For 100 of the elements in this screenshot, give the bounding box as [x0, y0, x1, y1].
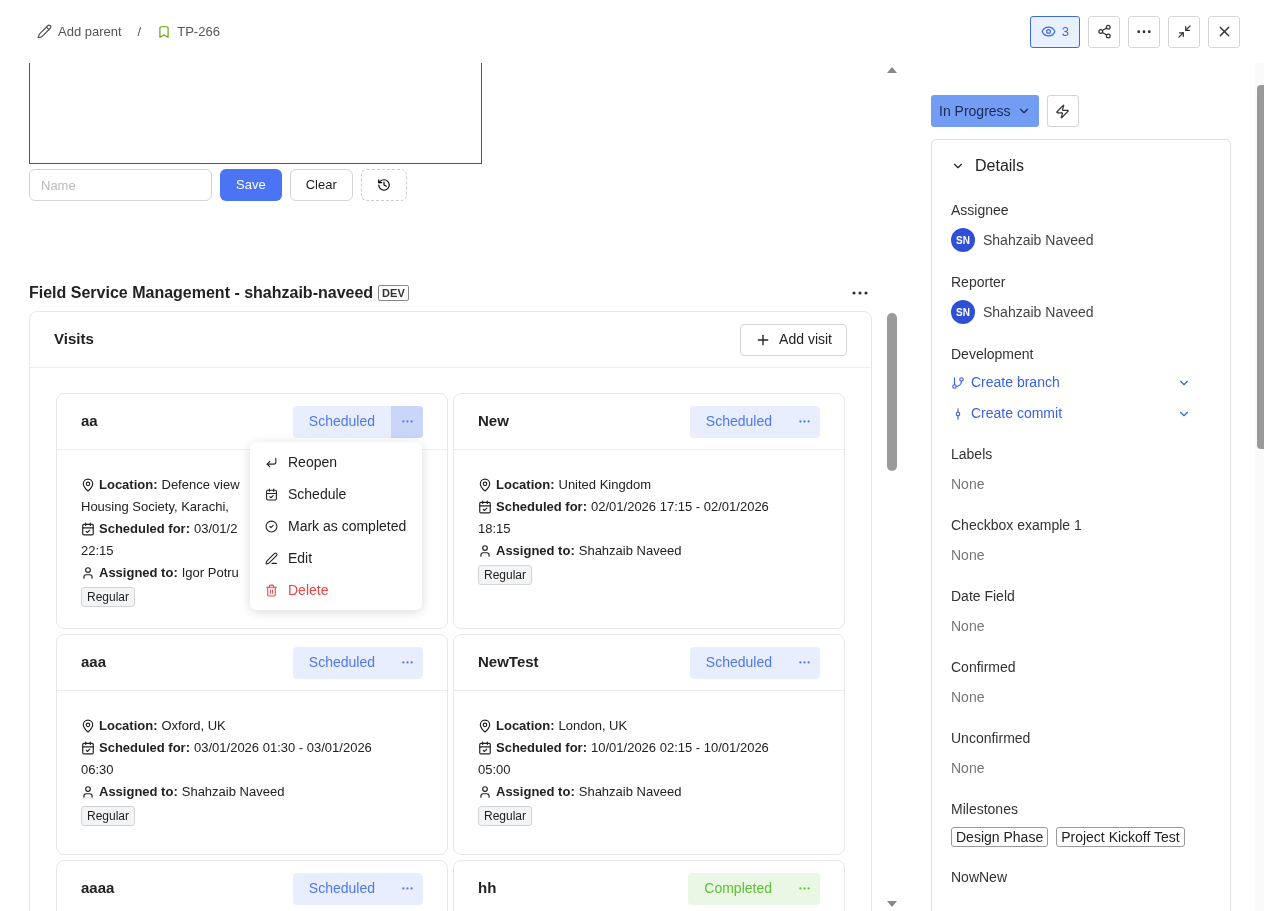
- detail-label: Location:: [99, 476, 158, 494]
- visit-name: aaa: [81, 652, 107, 673]
- status-label: Scheduled: [307, 412, 376, 431]
- history-icon: [376, 178, 391, 192]
- more-button[interactable]: [1128, 15, 1160, 48]
- field-value: None: [951, 617, 986, 636]
- detail-value: 02/01/2026 17:15 - 02/01/2026: [591, 498, 769, 516]
- visit-name: aa: [81, 411, 98, 432]
- close-button[interactable]: [1208, 15, 1240, 48]
- field-value: None: [951, 759, 986, 778]
- return-icon: [265, 455, 278, 469]
- more-button[interactable]: [391, 405, 423, 438]
- person-icon: [478, 785, 492, 799]
- clear-button[interactable]: Clear: [289, 169, 353, 201]
- calendar-icon: [478, 500, 492, 514]
- breadcrumb-separator: /: [136, 22, 143, 41]
- history-button[interactable]: [360, 169, 407, 201]
- check-circle-icon: [265, 519, 278, 533]
- calendar-icon: [265, 487, 278, 501]
- name-field[interactable]: Name: [29, 169, 212, 201]
- field-label: NowNew: [951, 868, 1008, 887]
- avatar: SN: [951, 228, 975, 252]
- detail-label: Scheduled for:: [496, 739, 587, 757]
- detail-value: Housing Society, Karachi,: [81, 498, 229, 516]
- location-pin-icon: [478, 719, 492, 733]
- person-icon: [81, 566, 95, 580]
- add-parent-link[interactable]: Add parent: [37, 21, 122, 42]
- save-button[interactable]: Save: [220, 169, 282, 201]
- detail-value: Shahzaib Naveed: [578, 542, 682, 560]
- field-label: Confirmed: [951, 658, 1017, 677]
- detail-value: 10/01/2026 02:15 - 10/01/2026: [591, 739, 769, 757]
- details-toggle[interactable]: Details: [951, 154, 1024, 178]
- share-button[interactable]: [1088, 15, 1120, 48]
- pen-icon: [265, 551, 278, 565]
- detail-value: United Kingdom: [558, 476, 651, 494]
- field-value: None: [951, 546, 986, 565]
- more-icon: [401, 661, 413, 664]
- calendar-icon: [81, 522, 95, 536]
- detail-label: Location:: [99, 717, 158, 735]
- minimize-icon: [1176, 24, 1192, 39]
- detail-value: London, UK: [558, 717, 628, 735]
- person-icon: [81, 785, 95, 799]
- milestone-tag: Project Kickoff Test: [1056, 827, 1185, 847]
- bookmark-icon: [157, 24, 172, 39]
- detail-label: Assigned to:: [99, 783, 178, 801]
- type-tag: Regular: [478, 806, 533, 826]
- branch-icon: [951, 375, 965, 390]
- avatar: SN: [951, 300, 975, 324]
- location-pin-icon: [478, 478, 492, 492]
- automation-button[interactable]: [1046, 95, 1079, 127]
- field-label: Assignee: [951, 201, 1010, 220]
- add-visit-button[interactable]: Add visit: [740, 323, 847, 356]
- detail-value: 03/01/2026 01:30 - 03/01/2026: [194, 739, 372, 757]
- calendar-icon: [81, 741, 95, 755]
- field-label: Unconfirmed: [951, 729, 1032, 748]
- minimize-button[interactable]: [1168, 15, 1200, 48]
- more-icon: [401, 420, 413, 423]
- more-icon: [852, 291, 868, 295]
- more-icon: [401, 887, 413, 890]
- eye-icon: [1040, 24, 1056, 39]
- issue-key-link[interactable]: TP-266: [157, 21, 220, 42]
- menu-item[interactable]: Mark as completed: [250, 510, 422, 542]
- status-label: Scheduled: [307, 653, 376, 672]
- watchers-button[interactable]: 3: [1029, 15, 1080, 48]
- share-icon: [1096, 24, 1112, 39]
- location-pin-icon: [81, 719, 95, 733]
- milestone-tag: Design Phase: [951, 827, 1049, 847]
- status-label: Scheduled: [307, 879, 376, 898]
- status-label: Scheduled: [704, 653, 773, 672]
- field-label: Date Field: [951, 587, 1016, 606]
- detail-label: Assigned to:: [496, 783, 575, 801]
- menu-item[interactable]: Schedule: [250, 478, 422, 510]
- env-badge: DEV: [378, 285, 409, 301]
- menu-item[interactable]: Reopen: [250, 446, 422, 478]
- detail-label: Scheduled for:: [99, 520, 190, 538]
- status-dropdown[interactable]: In Progress: [931, 95, 1039, 127]
- menu-item[interactable]: Delete: [250, 574, 422, 606]
- person-icon: [478, 544, 492, 558]
- section-title: Field Service Management - shahzaib-naveed: [29, 283, 374, 303]
- detail-label: Location:: [496, 717, 555, 735]
- detail-value: 05:00: [478, 761, 511, 779]
- trash-icon: [265, 583, 278, 597]
- detail-label: Assigned to:: [496, 542, 575, 560]
- field-value: None: [951, 688, 986, 707]
- menu-item[interactable]: Edit: [250, 542, 422, 574]
- dev-link[interactable]: Create commit: [951, 403, 1063, 424]
- field-label: Milestones: [951, 800, 1019, 819]
- field-label: Labels: [951, 445, 994, 464]
- dev-link[interactable]: Create branch: [951, 372, 1060, 393]
- type-tag: Regular: [478, 565, 533, 585]
- calendar-icon: [478, 741, 492, 755]
- detail-value: Shahzaib Naveed: [578, 783, 682, 801]
- detail-value: 03/01/2: [194, 520, 238, 538]
- detail-label: Assigned to:: [99, 564, 178, 582]
- visit-name: aaaa: [81, 878, 115, 899]
- lightning-icon: [1055, 103, 1071, 119]
- detail-value: Igor Potru: [181, 564, 239, 582]
- type-tag: Regular: [81, 587, 136, 607]
- detail-value: Oxford, UK: [161, 717, 226, 735]
- panel-title: Visits: [54, 329, 94, 350]
